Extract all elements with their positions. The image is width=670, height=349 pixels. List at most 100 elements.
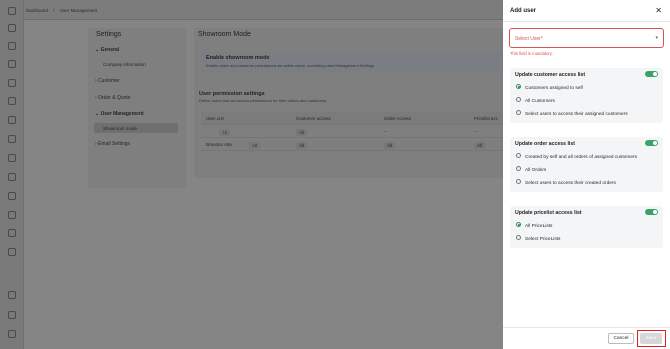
person-icon[interactable] bbox=[8, 211, 16, 219]
box-icon[interactable] bbox=[8, 135, 16, 143]
nav-customer[interactable]: › Customer bbox=[95, 78, 120, 84]
radio-icon[interactable] bbox=[516, 110, 521, 115]
settings-icon[interactable] bbox=[8, 311, 16, 319]
row-user-badge: +2 bbox=[249, 142, 261, 149]
col-order-access: Order Access bbox=[384, 116, 412, 121]
customer-access-section: Update customer access list Customers as… bbox=[510, 68, 663, 123]
order-option-select-users[interactable]: Select users to access their created ord… bbox=[516, 179, 616, 186]
col-pricelist-access: Pricelist acc bbox=[474, 116, 499, 121]
radio-icon[interactable] bbox=[516, 222, 521, 227]
select-user-dropdown[interactable]: Select User* ▾ bbox=[509, 28, 664, 48]
order-option-self-label: Created by self and all orders of assign… bbox=[525, 154, 637, 160]
breadcrumb-separator: / bbox=[53, 8, 55, 13]
breadcrumb: Dashboard / User Management bbox=[26, 8, 101, 13]
permission-table: User List Customer access Order Access P… bbox=[201, 112, 509, 151]
file-icon[interactable] bbox=[8, 229, 16, 237]
order-access-section: Update order access list Created by self… bbox=[510, 137, 663, 192]
nav-company-info[interactable]: Company information bbox=[103, 62, 146, 67]
customer-option-select-users[interactable]: Select users to access their assigned cu… bbox=[516, 110, 628, 117]
row-order: -- bbox=[384, 129, 387, 134]
add-user-panel: Add user ✕ Select User* ▾ This field is … bbox=[503, 0, 670, 349]
banner-description: Enable order and customer permissions fo… bbox=[206, 63, 375, 68]
col-user-list: User List bbox=[206, 116, 224, 121]
order-option-all-label: All Orders bbox=[525, 167, 547, 173]
table-header: User List Customer access Order Access P… bbox=[201, 112, 509, 125]
nav-user-management-label: User Management bbox=[100, 111, 144, 117]
menu-icon[interactable] bbox=[8, 7, 16, 15]
panel-footer: Cancel Save bbox=[503, 327, 670, 349]
user-icon[interactable] bbox=[8, 79, 16, 87]
pricelist-option-all[interactable]: All PriceLists bbox=[516, 222, 552, 229]
showroom-card bbox=[194, 28, 510, 178]
customer-option-all[interactable]: All Customers bbox=[516, 97, 555, 104]
showroom-banner: Enable showroom mode Enable order and cu… bbox=[201, 52, 509, 72]
table-row[interactable]: Brandon Atte +2 All All All bbox=[201, 138, 509, 151]
row-order: All bbox=[384, 142, 396, 149]
nav-order-quote[interactable]: › Order & Quote bbox=[95, 95, 131, 101]
order-option-all[interactable]: All Orders bbox=[516, 166, 547, 173]
customer-option-select-users-label: Select users to access their assigned cu… bbox=[525, 111, 628, 117]
table-row[interactable]: +1 All -- -- bbox=[201, 125, 509, 138]
permission-description: Define users and set access permissions … bbox=[199, 98, 328, 103]
logout-icon[interactable] bbox=[8, 330, 16, 338]
image-icon[interactable] bbox=[8, 248, 16, 256]
dashboard-icon[interactable] bbox=[8, 24, 16, 32]
permission-title: User permission settings bbox=[199, 91, 265, 97]
grid-icon[interactable] bbox=[8, 42, 16, 50]
pricelist-access-section: Update pricelist access list All PriceLi… bbox=[510, 206, 663, 248]
row-user-badge: +1 bbox=[219, 129, 231, 136]
customer-access-toggle[interactable] bbox=[645, 71, 658, 77]
orders-icon[interactable] bbox=[8, 97, 16, 105]
order-access-toggle[interactable] bbox=[645, 140, 658, 146]
nav-general-label: General bbox=[100, 47, 120, 53]
apps-icon[interactable] bbox=[8, 291, 16, 299]
banner-title: Enable showroom mode bbox=[206, 55, 270, 61]
cancel-button[interactable]: Cancel bbox=[608, 333, 634, 344]
icon-rail bbox=[0, 0, 24, 349]
order-access-title: Update order access list bbox=[515, 141, 575, 147]
customer-option-self-label: Customers assigned to self bbox=[525, 85, 583, 91]
row-customer: All bbox=[296, 129, 308, 136]
close-icon[interactable]: ✕ bbox=[655, 6, 662, 15]
radio-icon[interactable] bbox=[516, 153, 521, 158]
settings-title: Settings bbox=[96, 31, 122, 38]
radio-icon[interactable] bbox=[516, 166, 521, 171]
tag-icon[interactable] bbox=[8, 116, 16, 124]
pricelist-access-toggle[interactable] bbox=[645, 209, 658, 215]
col-customer-access: Customer access bbox=[296, 116, 331, 121]
select-user-error: This field is mandatory. bbox=[510, 51, 553, 56]
customer-access-title: Update customer access list bbox=[515, 72, 586, 78]
radio-icon[interactable] bbox=[516, 235, 521, 240]
customer-option-all-label: All Customers bbox=[525, 98, 555, 104]
panel-header: Add user ✕ bbox=[503, 0, 670, 22]
radio-icon[interactable] bbox=[516, 97, 521, 102]
nav-order-quote-label: Order & Quote bbox=[98, 95, 131, 101]
pricelist-option-select[interactable]: Select PriceLists bbox=[516, 235, 561, 242]
nav-customer-label: Customer bbox=[98, 78, 120, 84]
nav-general[interactable]: ⌄ General bbox=[95, 47, 119, 53]
radio-icon[interactable] bbox=[516, 179, 521, 184]
nav-email-settings-label: Email Settings bbox=[98, 141, 131, 147]
breadcrumb-dashboard[interactable]: Dashboard bbox=[26, 8, 48, 13]
document-icon[interactable] bbox=[8, 154, 16, 162]
pricelist-access-title: Update pricelist access list bbox=[515, 210, 582, 216]
page-title: Showroom Mode bbox=[198, 31, 251, 38]
nav-email-settings[interactable]: › Email Settings bbox=[95, 141, 130, 147]
radio-icon[interactable] bbox=[516, 84, 521, 89]
row-pricelist: -- bbox=[474, 129, 477, 134]
row-customer: All bbox=[296, 142, 308, 149]
nav-showroom-mode[interactable]: Showroom mode bbox=[103, 126, 137, 131]
pricelist-option-select-label: Select PriceLists bbox=[525, 236, 561, 242]
customer-option-self[interactable]: Customers assigned to self bbox=[516, 84, 583, 91]
order-option-self[interactable]: Created by self and all orders of assign… bbox=[516, 153, 637, 160]
order-option-select-users-label: Select users to access their created ord… bbox=[525, 180, 616, 186]
team-icon[interactable] bbox=[8, 192, 16, 200]
catalog-icon[interactable] bbox=[8, 60, 16, 68]
nav-user-management[interactable]: ⌄ User Management bbox=[95, 111, 144, 117]
folder-icon[interactable] bbox=[8, 173, 16, 181]
panel-title: Add user bbox=[510, 8, 537, 14]
select-user-placeholder: Select User* bbox=[515, 36, 543, 42]
chevron-down-icon: ▾ bbox=[655, 35, 658, 41]
save-highlight-box bbox=[637, 330, 666, 347]
row-user: Brandon Atte bbox=[206, 142, 233, 147]
